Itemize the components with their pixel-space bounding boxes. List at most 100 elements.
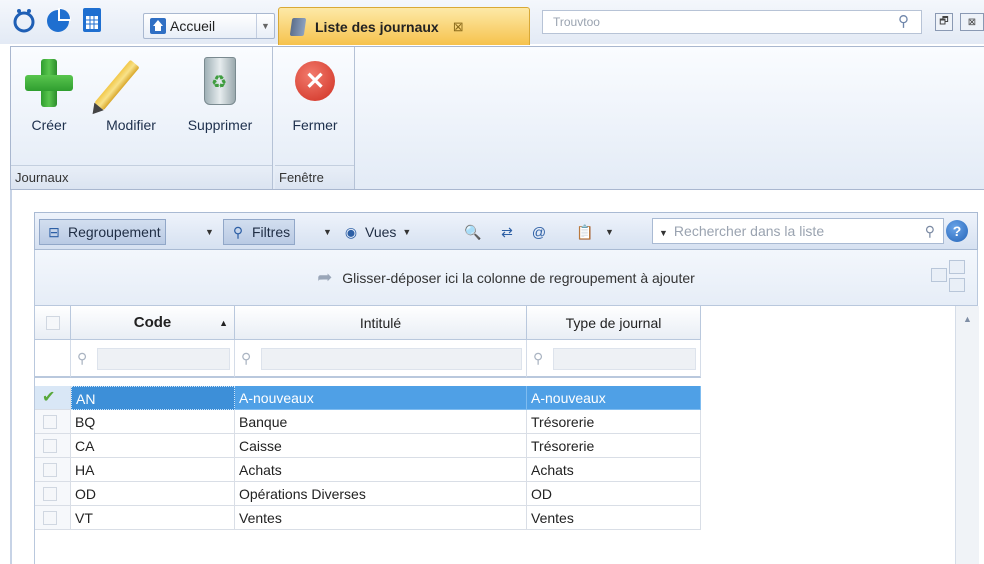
clipboard-icon: 📋 bbox=[576, 224, 594, 240]
pencil-icon bbox=[94, 59, 140, 111]
cell-code[interactable]: AN bbox=[71, 386, 235, 410]
close-tab-icon[interactable]: ⊠ bbox=[453, 19, 464, 35]
view-icon[interactable] bbox=[10, 6, 38, 34]
row-selector[interactable] bbox=[35, 434, 71, 458]
checkbox[interactable] bbox=[43, 439, 57, 453]
search-icon[interactable]: ⚲ bbox=[925, 223, 935, 240]
table-row[interactable]: BQ Banque Trésorerie bbox=[35, 410, 701, 434]
column-header-intitule[interactable]: Intitulé bbox=[235, 306, 527, 340]
cell-type[interactable]: OD bbox=[527, 482, 701, 506]
checkbox[interactable] bbox=[45, 315, 60, 330]
ribbon: Créer Modifier Supprimer Journaux ✕ Ferm… bbox=[10, 46, 984, 190]
cell-intitule[interactable]: Achats bbox=[235, 458, 527, 482]
create-label: Créer bbox=[31, 117, 67, 133]
cell-intitule[interactable]: Ventes bbox=[235, 506, 527, 530]
export-icon: ⇄ bbox=[501, 224, 513, 240]
modify-label: Modifier bbox=[106, 117, 156, 133]
filter-intitule[interactable]: ⚲ bbox=[235, 340, 527, 378]
grouping-dropdown[interactable]: ▼ bbox=[199, 219, 214, 245]
filter-row-spacer bbox=[35, 340, 71, 378]
table-row[interactable]: CA Caisse Trésorerie bbox=[35, 434, 701, 458]
create-button[interactable]: Créer bbox=[15, 51, 83, 161]
preview-button[interactable]: 🔍 bbox=[463, 219, 487, 245]
select-all-checkbox[interactable] bbox=[35, 306, 71, 340]
global-search-input[interactable]: Trouvtoo bbox=[542, 10, 922, 34]
table-row[interactable]: VT Ventes Ventes bbox=[35, 506, 701, 530]
group-caption-fenetre: Fenêtre bbox=[275, 165, 354, 189]
chevron-down-icon: ▼ bbox=[605, 227, 614, 237]
print-preview-icon: 🔍 bbox=[464, 224, 482, 240]
ribbon-group-fenetre: ✕ Fermer Fenêtre bbox=[275, 47, 355, 189]
cell-intitule[interactable]: Caisse bbox=[235, 434, 527, 458]
home-button[interactable]: Accueil ▼ bbox=[143, 13, 275, 39]
group-layout-icon bbox=[931, 260, 967, 294]
row-selector[interactable] bbox=[35, 458, 71, 482]
column-label-intitule: Intitulé bbox=[359, 314, 402, 331]
checkbox[interactable] bbox=[43, 487, 57, 501]
cell-type[interactable]: Achats bbox=[527, 458, 701, 482]
grouping-drop-zone[interactable]: ➦ Glisser-déposer ici la colonne de regr… bbox=[34, 250, 978, 306]
vertical-scrollbar[interactable]: ▲ bbox=[955, 306, 979, 564]
cell-code[interactable]: VT bbox=[71, 506, 235, 530]
cell-code[interactable]: HA bbox=[71, 458, 235, 482]
table-row[interactable]: OD Opérations Diverses OD bbox=[35, 482, 701, 506]
grouping-label: Regroupement bbox=[68, 224, 161, 240]
row-selector[interactable] bbox=[35, 410, 71, 434]
table-row[interactable]: ✔ AN A-nouveaux A-nouveaux bbox=[35, 386, 701, 410]
list-search-placeholder: Rechercher dans la liste bbox=[673, 223, 825, 239]
checkbox[interactable] bbox=[43, 415, 57, 429]
search-icon[interactable]: ⚲ bbox=[898, 12, 918, 32]
group-caption-journaux: Journaux bbox=[11, 165, 272, 189]
close-button[interactable]: ✕ Fermer bbox=[279, 51, 351, 161]
export-button[interactable]: ⇄ bbox=[497, 219, 521, 245]
email-button[interactable]: @ bbox=[529, 219, 553, 245]
cell-type[interactable]: Ventes bbox=[527, 506, 701, 530]
filters-dropdown[interactable]: ▼ bbox=[317, 219, 332, 245]
checkmark-icon[interactable]: ✔ bbox=[42, 387, 56, 406]
row-selector[interactable]: ✔ bbox=[35, 386, 71, 410]
cell-intitule[interactable]: Banque bbox=[235, 410, 527, 434]
cell-code[interactable]: OD bbox=[71, 482, 235, 506]
row-selector[interactable] bbox=[35, 482, 71, 506]
home-icon bbox=[150, 18, 166, 34]
tab-title: Liste des journaux bbox=[315, 18, 439, 35]
filter-type-input[interactable] bbox=[553, 348, 696, 370]
spreadsheet-icon[interactable] bbox=[78, 6, 106, 34]
modify-button[interactable]: Modifier bbox=[91, 51, 171, 161]
cell-type[interactable]: A-nouveaux bbox=[527, 386, 701, 410]
pie-chart-icon[interactable] bbox=[44, 6, 72, 34]
filter-icon: ⚲ bbox=[241, 350, 252, 366]
column-header-type[interactable]: Type de journal bbox=[527, 306, 701, 340]
chevron-down-icon: ▼ bbox=[323, 227, 332, 237]
grouping-button[interactable]: ⊟ Regroupement bbox=[39, 219, 166, 245]
row-selector[interactable] bbox=[35, 506, 71, 530]
filter-intitule-input[interactable] bbox=[261, 348, 522, 370]
chevron-down-icon[interactable]: ▼ bbox=[256, 14, 274, 38]
cell-code[interactable]: BQ bbox=[71, 410, 235, 434]
filter-code-input[interactable] bbox=[97, 348, 230, 370]
table-row[interactable]: HA Achats Achats bbox=[35, 458, 701, 482]
filter-type[interactable]: ⚲ bbox=[527, 340, 701, 378]
journal-icon bbox=[289, 17, 307, 36]
filter-code[interactable]: ⚲ bbox=[71, 340, 235, 378]
scroll-up-icon[interactable]: ▲ bbox=[963, 314, 972, 324]
checkbox[interactable] bbox=[43, 511, 57, 525]
cell-intitule[interactable]: Opérations Diverses bbox=[235, 482, 527, 506]
cell-intitule[interactable]: A-nouveaux bbox=[235, 386, 527, 410]
checkbox[interactable] bbox=[43, 463, 57, 477]
column-header-code[interactable]: Code ▲ bbox=[71, 306, 235, 340]
chevron-down-icon[interactable]: ▼ bbox=[659, 228, 668, 238]
cell-code[interactable]: CA bbox=[71, 434, 235, 458]
filters-button[interactable]: ⚲ Filtres bbox=[223, 219, 296, 245]
clipboard-button[interactable]: 📋 ▼ bbox=[575, 219, 614, 245]
help-icon[interactable]: ? bbox=[946, 220, 968, 242]
cell-type[interactable]: Trésorerie bbox=[527, 410, 701, 434]
delete-button[interactable]: Supprimer bbox=[173, 51, 267, 161]
list-search-input[interactable]: ▼ Rechercher dans la liste ⚲ bbox=[652, 218, 944, 244]
cell-type[interactable]: Trésorerie bbox=[527, 434, 701, 458]
tab-liste-des-journaux[interactable]: Liste des journaux ⊠ bbox=[278, 7, 530, 45]
email-icon: @ bbox=[531, 224, 547, 240]
views-button[interactable]: ◉ Vues ▼ bbox=[341, 219, 411, 245]
close-window-icon[interactable]: ⊠ bbox=[960, 13, 984, 31]
restore-window-icon[interactable]: 🗗 bbox=[935, 13, 953, 31]
